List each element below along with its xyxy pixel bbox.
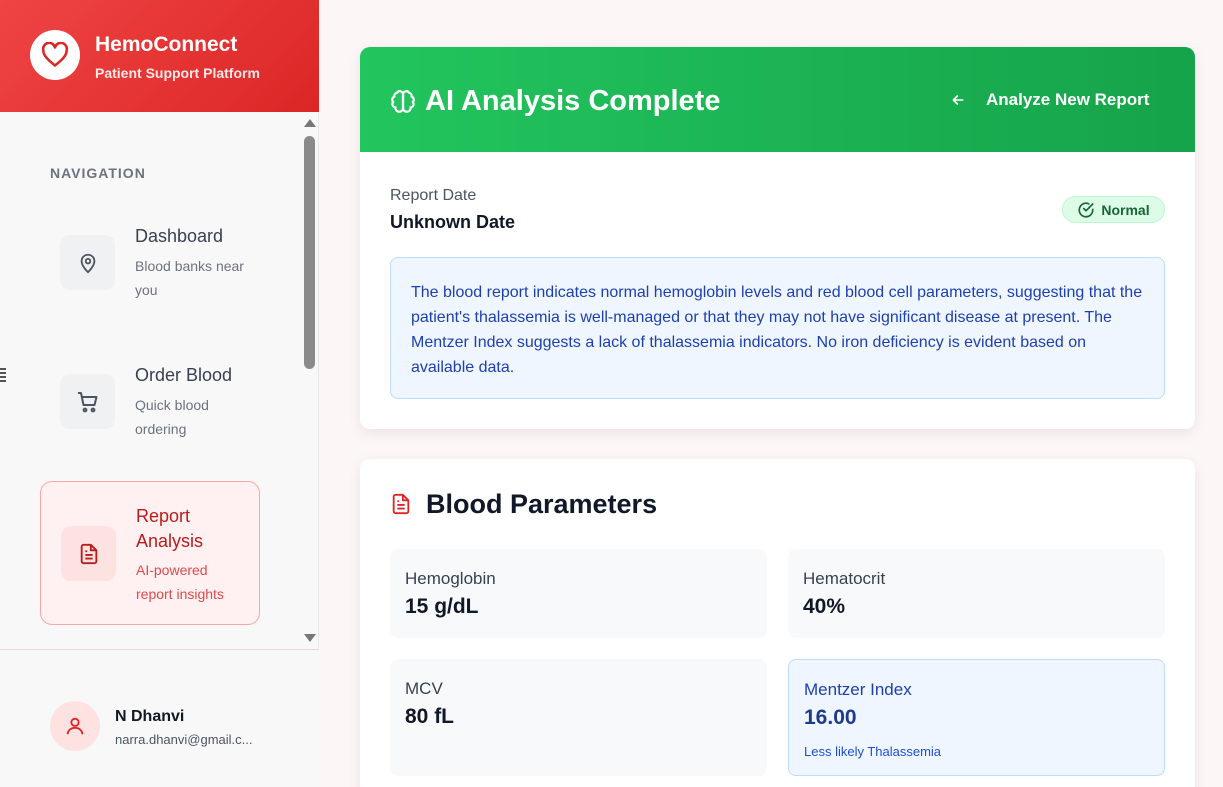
param-value: 40% <box>803 595 846 618</box>
brain-icon <box>390 89 416 120</box>
sidebar-item-report-analysis[interactable]: Report Analysis AI-powered report insigh… <box>40 481 260 625</box>
param-hematocrit: Hematocrit 40% <box>788 549 1165 638</box>
param-label: Mentzer Index <box>804 680 912 699</box>
param-hemoglobin: Hemoglobin 15 g/dL <box>390 549 767 638</box>
brand-subtitle: Patient Support Platform <box>95 65 260 81</box>
status-label: Normal <box>1101 201 1150 218</box>
analyze-new-report-label: Analyze New Report <box>986 90 1150 109</box>
param-label: Hemoglobin <box>405 569 496 588</box>
param-value: 16.00 <box>804 706 857 729</box>
scroll-down-arrow-icon[interactable] <box>304 634 316 642</box>
sidebar: HemoConnect Patient Support Platform NAV… <box>0 0 319 787</box>
user-name: N Dhanvi <box>115 708 185 725</box>
sidebar-item-label: Order Blood <box>135 365 233 385</box>
brand-title: HemoConnect <box>95 33 238 56</box>
param-note: Less likely Thalassemia <box>804 744 942 759</box>
analysis-title: AI Analysis Complete <box>425 85 721 117</box>
cart-icon <box>60 374 115 429</box>
nav-scroll-area[interactable]: NAVIGATION Dashboard Blood banks near yo… <box>0 112 319 649</box>
param-mcv: MCV 80 fL <box>390 659 767 776</box>
user-email: narra.dhanvi@gmail.c... <box>115 732 253 747</box>
param-label: Hematocrit <box>803 569 886 588</box>
param-label: MCV <box>405 679 443 698</box>
brand-header: HemoConnect Patient Support Platform <box>0 0 319 112</box>
blood-parameters-title: Blood Parameters <box>426 489 658 519</box>
sidebar-item-label: Report Analysis <box>136 506 204 551</box>
map-pin-icon <box>60 235 115 290</box>
param-mentzer-index: Mentzer Index 16.00 Less likely Thalasse… <box>788 659 1165 776</box>
analysis-card: AI Analysis Complete Analyze New Report … <box>360 47 1195 429</box>
analyze-new-report-button[interactable]: Analyze New Report <box>940 85 1160 115</box>
resize-handle-icon[interactable] <box>0 368 6 382</box>
document-icon <box>61 526 116 581</box>
sidebar-item-desc: Quick blood ordering <box>135 397 209 437</box>
scrollbar-thumb[interactable] <box>304 136 315 369</box>
user-profile[interactable]: N Dhanvi narra.dhanvi@gmail.c... <box>0 649 319 787</box>
avatar <box>50 701 100 751</box>
sidebar-item-desc: AI-powered report insights <box>136 562 224 602</box>
scroll-up-arrow-icon[interactable] <box>304 119 316 127</box>
check-circle-icon <box>1078 201 1094 218</box>
heart-icon <box>30 30 80 80</box>
blood-parameters-card: Blood Parameters Hemoglobin 15 g/dL Hema… <box>360 459 1195 787</box>
nav-heading: NAVIGATION <box>50 165 146 181</box>
arrow-left-icon <box>950 92 966 108</box>
analysis-header: AI Analysis Complete Analyze New Report <box>360 47 1195 152</box>
status-badge: Normal <box>1062 196 1165 223</box>
analysis-summary: The blood report indicates normal hemogl… <box>390 257 1165 399</box>
sidebar-item-dashboard[interactable]: Dashboard Blood banks near you <box>40 212 260 356</box>
sidebar-item-label: Dashboard <box>135 226 224 246</box>
sidebar-item-order-blood[interactable]: Order Blood Quick blood ordering <box>40 351 260 495</box>
sidebar-item-desc: Blood banks near you <box>135 258 244 298</box>
report-date: Unknown Date <box>390 212 516 232</box>
param-value: 80 fL <box>405 705 455 728</box>
param-value: 15 g/dL <box>405 595 479 618</box>
report-date-label: Report Date <box>390 187 477 204</box>
document-icon <box>390 492 412 521</box>
